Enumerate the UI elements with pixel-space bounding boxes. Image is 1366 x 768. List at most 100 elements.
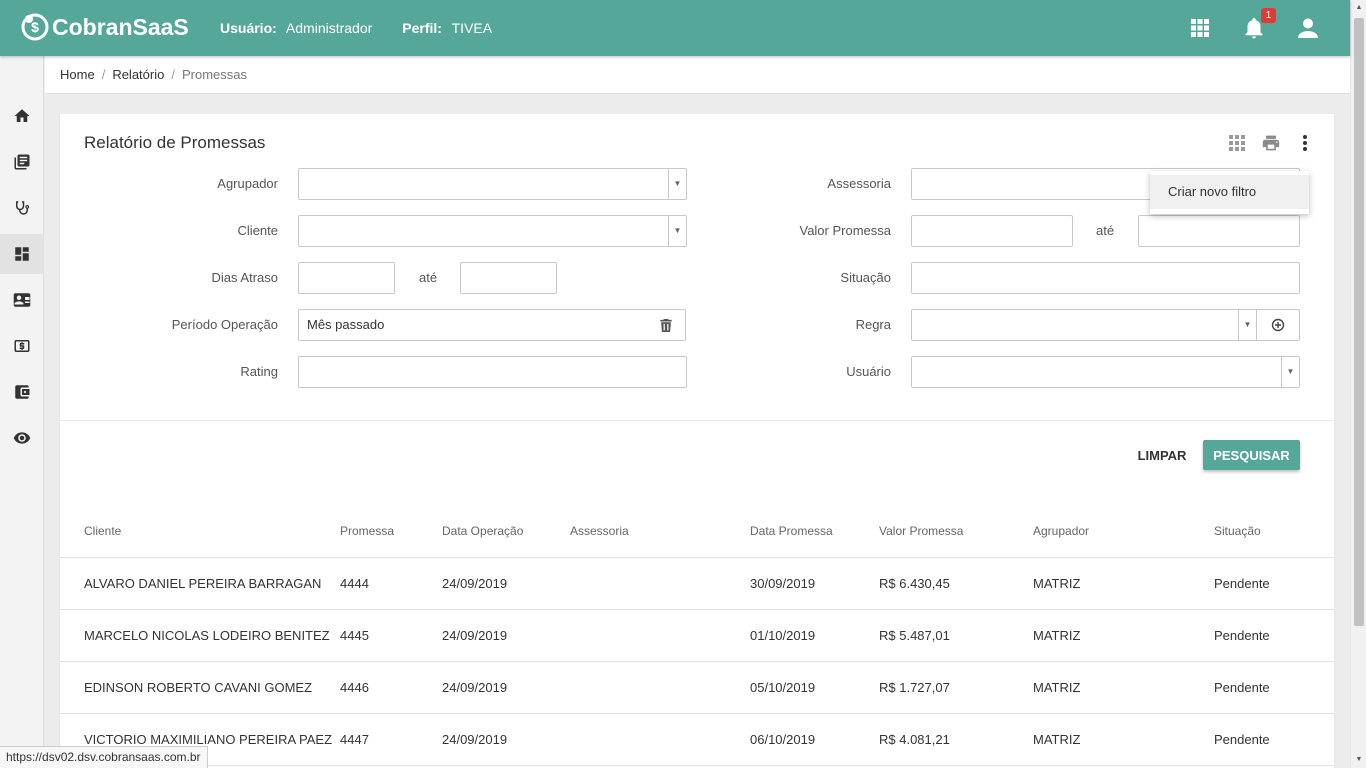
agrupador-select[interactable]: ▼ <box>298 168 687 200</box>
breadcrumb-home[interactable]: Home <box>60 67 95 82</box>
column-header-data-promessa[interactable]: Data Promessa <box>750 524 833 538</box>
situacao-input[interactable] <box>911 262 1300 294</box>
cell-agrupador: MATRIZ <box>1033 680 1081 695</box>
ate-label: até <box>1096 223 1115 238</box>
cell-promessa: 4445 <box>340 628 369 643</box>
cell-cliente: MARCELO NICOLAS LODEIRO BENITEZ <box>84 628 330 643</box>
periodo-operacao-input[interactable]: Mês passado <box>298 309 647 341</box>
cell-data-operacao: 24/09/2019 <box>442 576 508 591</box>
profile-label: Perfil: <box>402 20 442 36</box>
dias-atraso-to-input[interactable] <box>460 262 557 294</box>
bell-icon[interactable]: 1 <box>1240 8 1276 42</box>
sidebar-item-contacts[interactable] <box>0 280 44 320</box>
regra-label: Regra <box>855 317 891 332</box>
column-header-data-operacao[interactable]: Data Operação <box>442 524 523 538</box>
notification-badge: 1 <box>1261 8 1276 23</box>
sidebar-item-library[interactable] <box>0 142 44 182</box>
cliente-select[interactable]: ▼ <box>298 215 687 247</box>
print-icon[interactable] <box>1260 132 1282 154</box>
apps-grid-icon[interactable] <box>1186 14 1214 42</box>
sidebar-item-health[interactable] <box>0 188 44 228</box>
valor-promessa-label: Valor Promessa <box>799 223 891 238</box>
app-logo[interactable]: $ CobranSaaS <box>20 12 189 42</box>
rating-label: Rating <box>240 364 278 379</box>
regra-select[interactable]: ▼ <box>911 309 1257 341</box>
results-table: Cliente Promessa Data Operação Assessori… <box>60 506 1334 766</box>
sidebar-item-dashboard[interactable] <box>0 234 44 274</box>
divider <box>60 420 1334 421</box>
agrupador-label: Agrupador <box>217 176 278 191</box>
cliente-label: Cliente <box>237 223 278 238</box>
column-header-promessa[interactable]: Promessa <box>340 524 394 538</box>
cell-valor-promessa: R$ 4.081,21 <box>879 732 950 747</box>
cell-situacao: Pendente <box>1214 628 1270 643</box>
breadcrumb-relatorio[interactable]: Relatório <box>112 67 164 82</box>
column-header-assessoria[interactable]: Assessoria <box>570 524 629 538</box>
rating-input[interactable] <box>298 356 687 388</box>
cell-agrupador: MATRIZ <box>1033 628 1081 643</box>
valor-promessa-from-input[interactable] <box>911 215 1073 247</box>
dias-atraso-from-input[interactable] <box>298 262 395 294</box>
column-header-cliente[interactable]: Cliente <box>84 524 121 538</box>
scrollbar-thumb[interactable] <box>1354 18 1364 626</box>
cell-data-operacao: 24/09/2019 <box>442 680 508 695</box>
page-title: Relatório de Promessas <box>84 133 266 152</box>
table-header: Cliente Promessa Data Operação Assessori… <box>60 506 1334 558</box>
eye-icon <box>13 432 31 444</box>
account-icon[interactable] <box>1294 14 1322 42</box>
library-books-icon <box>14 154 30 170</box>
table-row[interactable]: ALVARO DANIEL PEREIRA BARRAGAN 4444 24/0… <box>60 558 1334 610</box>
sidebar-item-view[interactable] <box>0 418 44 458</box>
cell-cliente: VICTORIO MAXIMILIANO PEREIRA PAEZ <box>84 732 333 747</box>
breadcrumb-current: Promessas <box>181 67 247 82</box>
sidebar-item-finance[interactable] <box>0 326 44 366</box>
svg-text:$: $ <box>31 19 39 35</box>
user-value: Administrador <box>285 20 373 36</box>
cell-data-promessa: 01/10/2019 <box>750 628 816 643</box>
clear-period-button[interactable] <box>646 309 686 341</box>
page-scrollbar[interactable]: ▲ ▼ <box>1350 0 1366 768</box>
chevron-down-icon: ▼ <box>1238 310 1256 340</box>
cell-data-operacao: 24/09/2019 <box>442 628 508 643</box>
cell-cliente: EDINSON ROBERTO CAVANI GOMEZ <box>84 680 313 695</box>
logo-coin-icon: $ <box>21 13 49 41</box>
sidebar-item-home[interactable] <box>0 96 44 136</box>
sidebar-item-wallet[interactable] <box>0 372 44 412</box>
situacao-label: Situação <box>840 270 891 285</box>
money-icon <box>14 340 30 352</box>
cell-promessa: 4444 <box>340 576 369 591</box>
assessoria-label: Assessoria <box>827 176 891 191</box>
report-card: Relatório de Promessas Agrupador ▼ Clien… <box>60 114 1334 768</box>
cell-data-promessa: 06/10/2019 <box>750 732 816 747</box>
user-label: Usuário: <box>220 20 277 36</box>
scroll-up-arrow-icon[interactable]: ▲ <box>1351 0 1366 16</box>
table-row[interactable]: MARCELO NICOLAS LODEIRO BENITEZ 4445 24/… <box>60 610 1334 662</box>
cell-data-promessa: 05/10/2019 <box>750 680 816 695</box>
scroll-down-arrow-icon[interactable]: ▼ <box>1351 752 1366 768</box>
periodo-operacao-label: Período Operação <box>171 317 278 332</box>
more-vert-icon[interactable] <box>1294 132 1316 154</box>
menu-item-create-filter[interactable]: Criar novo filtro <box>1150 175 1309 209</box>
breadcrumb-separator: / <box>101 67 106 82</box>
chevron-down-icon: ▼ <box>1281 357 1299 387</box>
search-button[interactable]: PESQUISAR <box>1203 440 1300 470</box>
cell-situacao: Pendente <box>1214 732 1270 747</box>
table-row[interactable]: VICTORIO MAXIMILIANO PEREIRA PAEZ 4447 2… <box>60 714 1334 766</box>
app-name: CobranSaaS <box>52 13 189 40</box>
sidebar <box>0 56 44 768</box>
column-header-valor-promessa[interactable]: Valor Promessa <box>879 524 963 538</box>
column-header-agrupador[interactable]: Agrupador <box>1033 524 1089 538</box>
cell-valor-promessa: R$ 5.487,01 <box>879 628 950 643</box>
table-row[interactable]: EDINSON ROBERTO CAVANI GOMEZ 4446 24/09/… <box>60 662 1334 714</box>
cell-situacao: Pendente <box>1214 576 1270 591</box>
valor-promessa-to-input[interactable] <box>1138 215 1300 247</box>
status-bar-url: https://dsv02.dsv.cobransaas.com.br <box>0 746 208 768</box>
home-icon <box>14 109 30 122</box>
add-rule-button[interactable] <box>1257 309 1300 341</box>
usuario-select[interactable]: ▼ <box>911 356 1300 388</box>
chevron-down-icon: ▼ <box>668 169 686 199</box>
columns-grid-icon[interactable] <box>1226 132 1248 154</box>
clear-button[interactable]: LIMPAR <box>1130 440 1194 470</box>
column-header-situacao[interactable]: Situação <box>1214 524 1261 538</box>
trash-icon <box>659 318 672 332</box>
